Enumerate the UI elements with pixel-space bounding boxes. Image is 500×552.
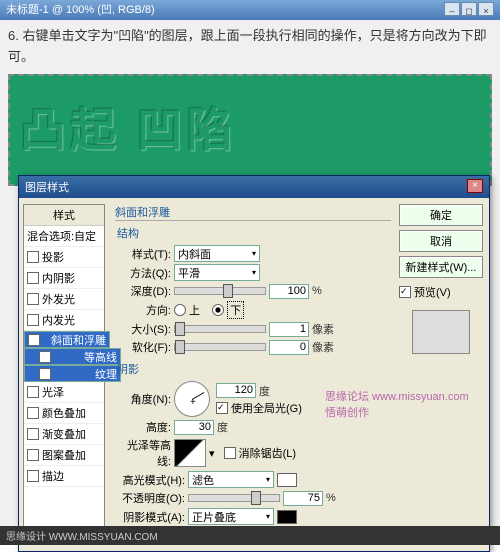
style-checkbox[interactable] — [27, 272, 39, 284]
preview-checkbox[interactable] — [399, 286, 411, 298]
highlight-opacity-slider[interactable] — [188, 494, 280, 502]
shadow-color-swatch[interactable] — [277, 510, 297, 524]
style-item-斜面和浮雕[interactable]: 斜面和浮雕 — [24, 331, 110, 348]
shading-heading: 阴影 — [117, 361, 391, 377]
blend-options[interactable]: 混合选项:自定 — [24, 226, 104, 247]
cancel-button[interactable]: 取消 — [399, 230, 483, 252]
ok-button[interactable]: 确定 — [399, 204, 483, 226]
new-style-button[interactable]: 新建样式(W)... — [399, 256, 483, 278]
document-titlebar: 未标题-1 @ 100% (凹, RGB/8) – ◻ × — [0, 0, 500, 20]
style-checkbox[interactable] — [27, 386, 39, 398]
soften-label: 软化(F): — [115, 339, 171, 355]
style-item-外发光[interactable]: 外发光 — [24, 289, 104, 310]
antialias-checkbox[interactable] — [224, 447, 236, 459]
angle-input[interactable]: 120 — [216, 383, 256, 398]
styles-header: 样式 — [24, 205, 104, 226]
dialog-close-button[interactable]: × — [467, 179, 483, 193]
style-item-颜色叠加[interactable]: 颜色叠加 — [24, 403, 104, 424]
highlight-mode-select[interactable]: 滤色▾ — [188, 471, 274, 488]
instruction-text: 6. 右键单击文字为"凹陷"的图层，跟上面一段执行相同的操作，只是将方向改为下即… — [0, 20, 500, 74]
style-item-内阴影[interactable]: 内阴影 — [24, 268, 104, 289]
bevel-panel: 斜面和浮雕 结构 样式(T):内斜面▾ 方法(Q):平滑▾ 深度(D):100%… — [109, 198, 397, 551]
style-label: 样式(T): — [115, 246, 171, 262]
technique-label: 方法(Q): — [115, 265, 171, 281]
style-checkbox[interactable] — [39, 351, 51, 363]
highlight-color-swatch[interactable] — [277, 473, 297, 487]
style-item-渐变叠加[interactable]: 渐变叠加 — [24, 424, 104, 445]
highlight-opacity-label: 不透明度(O): — [115, 490, 185, 506]
highlight-opacity-input[interactable]: 75 — [283, 491, 323, 506]
style-checkbox[interactable] — [27, 251, 39, 263]
size-input[interactable]: 1 — [269, 322, 309, 337]
style-select[interactable]: 内斜面▾ — [174, 245, 260, 262]
depth-label: 深度(D): — [115, 283, 171, 299]
document-title: 未标题-1 @ 100% (凹, RGB/8) — [6, 2, 155, 18]
chevron-down-icon: ▾ — [266, 475, 270, 484]
gloss-contour[interactable] — [174, 439, 206, 467]
soften-slider[interactable] — [174, 343, 266, 351]
style-checkbox[interactable] — [27, 293, 39, 305]
dialog-title: 图层样式 — [25, 179, 69, 195]
style-item-纹理[interactable]: 纹理 — [24, 365, 121, 382]
shadow-mode-select[interactable]: 正片叠底▾ — [188, 508, 274, 525]
style-item-图案叠加[interactable]: 图案叠加 — [24, 445, 104, 466]
style-checkbox[interactable] — [27, 314, 39, 326]
angle-dial[interactable]: + — [174, 381, 210, 417]
direction-up-radio[interactable] — [174, 304, 186, 316]
maximize-button[interactable]: ◻ — [461, 2, 477, 16]
minimize-button[interactable]: – — [444, 2, 460, 16]
style-item-等高线[interactable]: 等高线 — [24, 348, 121, 365]
style-checkbox[interactable] — [28, 334, 40, 346]
direction-down-radio[interactable] — [212, 304, 224, 316]
shadow-mode-label: 阴影模式(A): — [115, 509, 185, 525]
size-label: 大小(S): — [115, 321, 171, 337]
direction-label: 方向: — [115, 302, 171, 318]
panel-group-title: 斜面和浮雕 — [115, 204, 391, 221]
style-checkbox[interactable] — [27, 449, 39, 461]
style-checkbox[interactable] — [27, 470, 39, 482]
style-checkbox[interactable] — [27, 428, 39, 440]
style-checkbox[interactable] — [27, 407, 39, 419]
style-item-描边[interactable]: 描边 — [24, 466, 104, 487]
layer-style-dialog: 图层样式 × 样式 混合选项:自定 投影内阴影外发光内发光斜面和浮雕等高线纹理光… — [18, 175, 490, 552]
close-button[interactable]: × — [478, 2, 494, 16]
style-item-内发光[interactable]: 内发光 — [24, 310, 104, 331]
watermark: 悟萌创作 — [325, 404, 369, 420]
technique-select[interactable]: 平滑▾ — [174, 264, 260, 281]
altitude-label: 高度: — [115, 419, 171, 435]
depth-slider[interactable] — [174, 287, 266, 295]
styles-list: 样式 混合选项:自定 投影内阴影外发光内发光斜面和浮雕等高线纹理光泽颜色叠加渐变… — [23, 204, 105, 545]
soften-input[interactable]: 0 — [269, 340, 309, 355]
style-checkbox[interactable] — [39, 368, 51, 380]
chevron-down-icon[interactable]: ▾ — [209, 447, 215, 460]
style-item-投影[interactable]: 投影 — [24, 247, 104, 268]
preview-box — [412, 310, 470, 354]
global-light-checkbox[interactable] — [216, 402, 228, 414]
altitude-input[interactable]: 30 — [174, 420, 214, 435]
depth-input[interactable]: 100 — [269, 284, 309, 299]
watermark: 思缘论坛 www.missyuan.com — [325, 388, 469, 404]
emboss-sample: 凸起 凹陷 — [10, 76, 490, 178]
chevron-down-icon: ▾ — [266, 512, 270, 521]
highlight-mode-label: 高光模式(H): — [115, 472, 185, 488]
size-slider[interactable] — [174, 325, 266, 333]
structure-heading: 结构 — [117, 225, 391, 241]
chevron-down-icon: ▾ — [252, 249, 256, 258]
canvas-area: 凸起 凹陷 — [8, 74, 492, 186]
style-item-光泽[interactable]: 光泽 — [24, 382, 104, 403]
angle-label: 角度(N): — [115, 391, 171, 407]
gloss-label: 光泽等高线: — [115, 437, 171, 469]
page-footer: 思缘设计 WWW.MISSYUAN.COM — [0, 526, 500, 545]
dialog-titlebar[interactable]: 图层样式 × — [19, 176, 489, 198]
chevron-down-icon: ▾ — [252, 268, 256, 277]
